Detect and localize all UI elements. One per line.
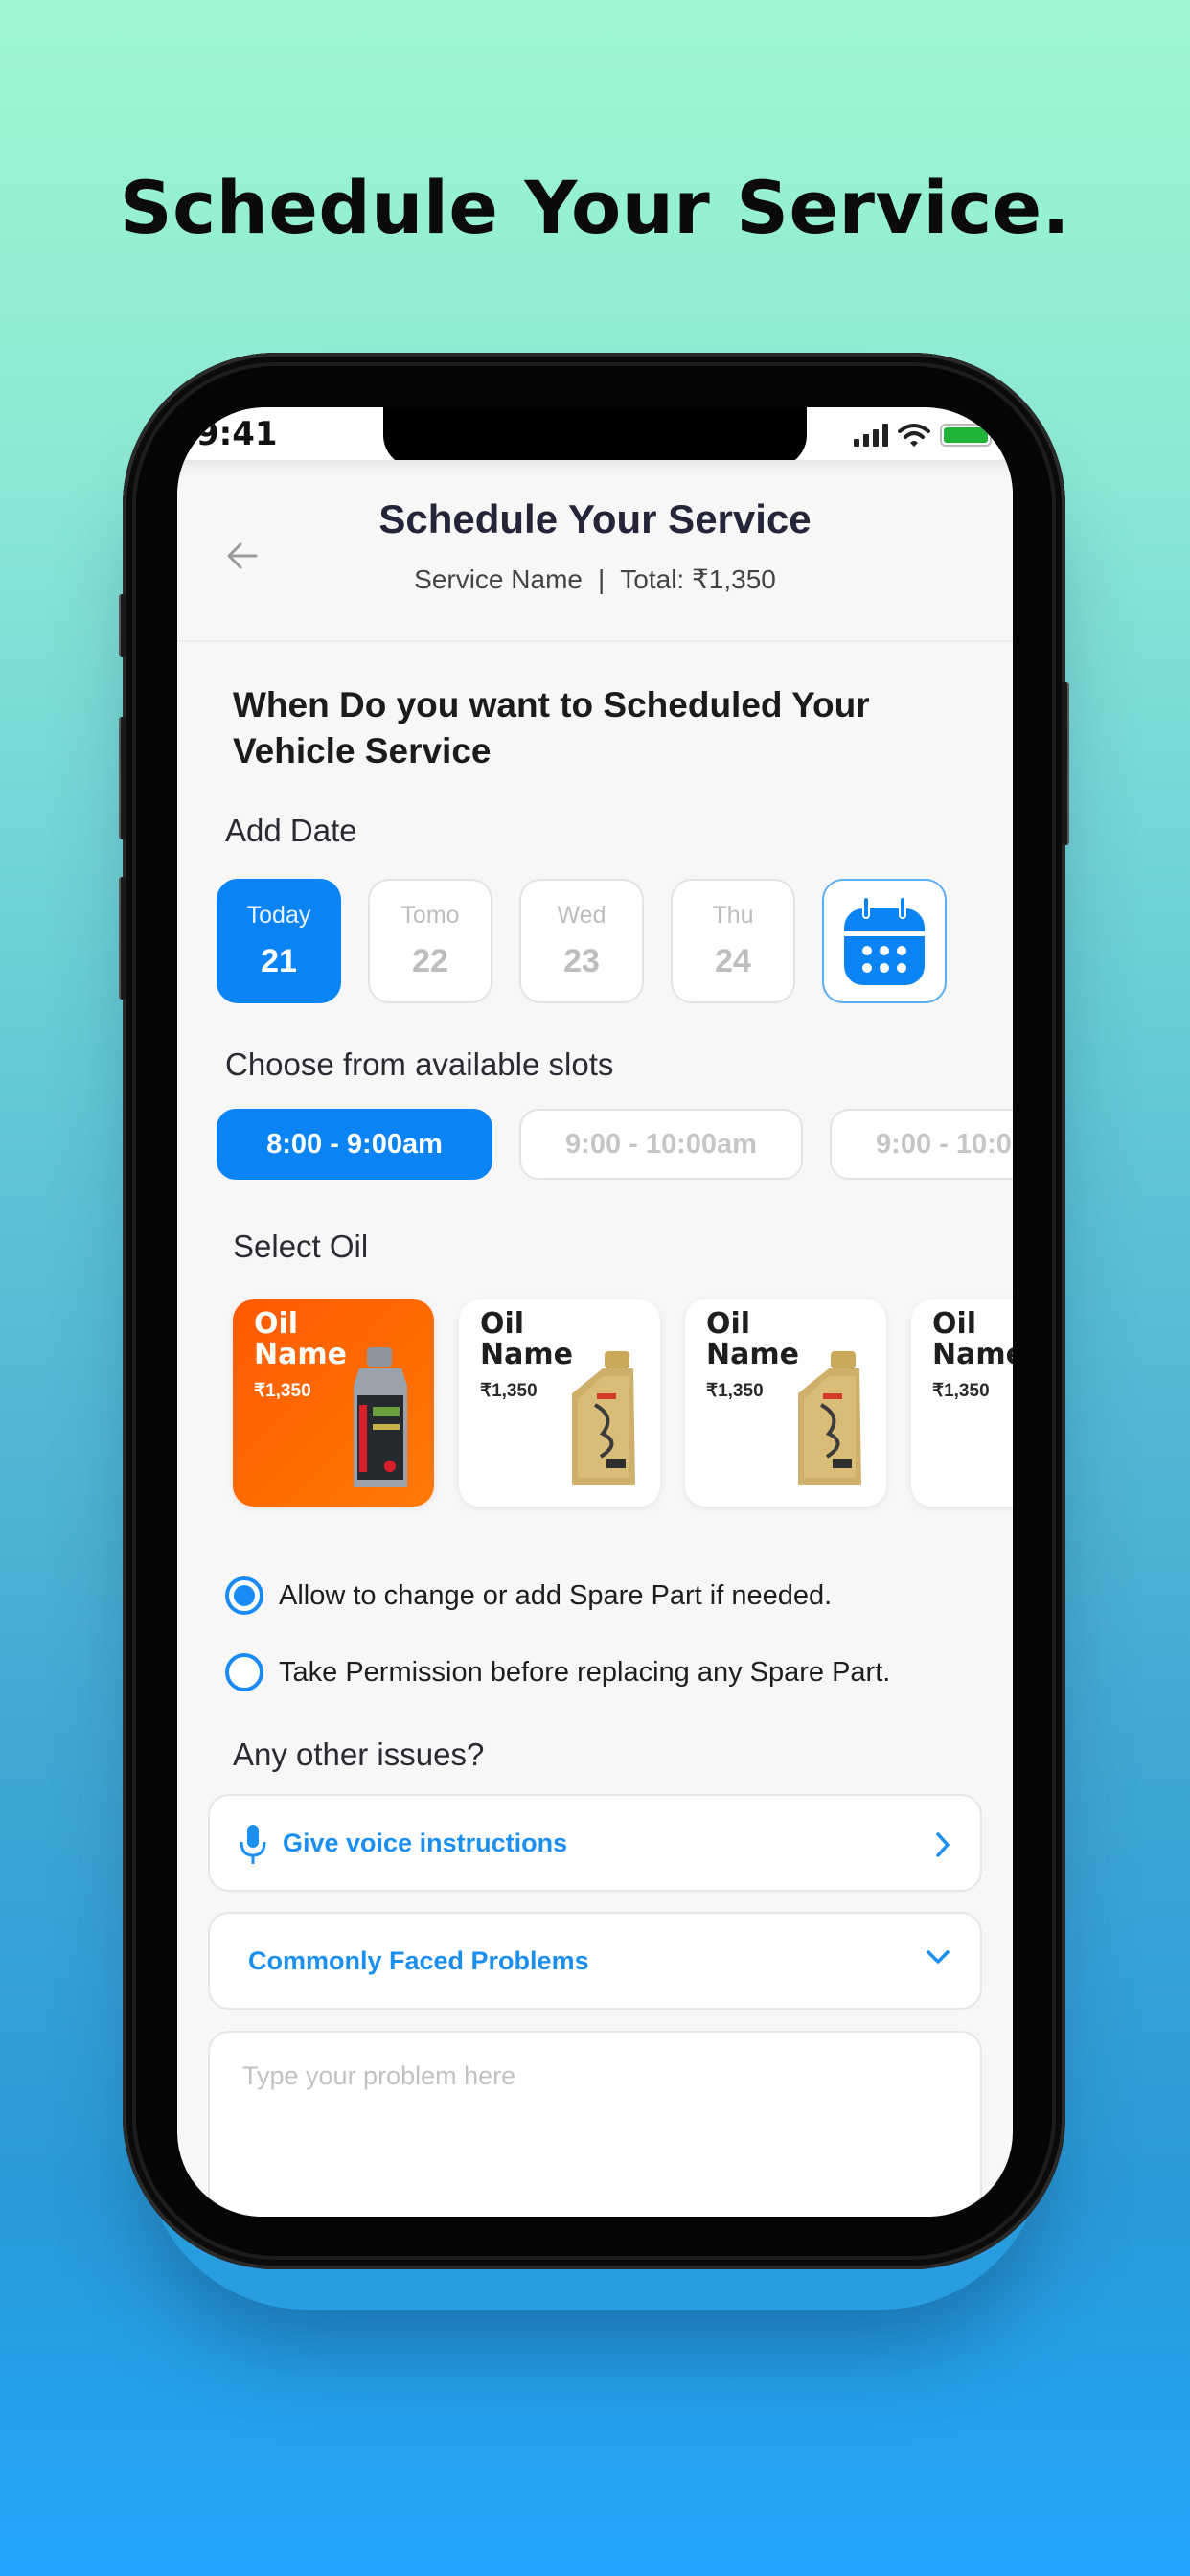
date-number: 22 bbox=[412, 943, 448, 979]
voice-instructions-label: Give voice instructions bbox=[283, 1828, 568, 1857]
oil-bottle-image bbox=[572, 1351, 635, 1485]
time-slot[interactable]: 9:00 - 10:00am bbox=[519, 1109, 803, 1180]
common-problems-label: Commonly Faced Problems bbox=[248, 1946, 589, 1975]
time-slot[interactable]: 9:00 - 10:00am bbox=[830, 1109, 1013, 1180]
oil-option[interactable]: Oil Name ₹1,350 bbox=[685, 1300, 886, 1506]
radio-button[interactable] bbox=[225, 1576, 263, 1615]
problem-input[interactable] bbox=[210, 2033, 980, 2217]
oil-name: Oil Name bbox=[932, 1307, 1013, 1371]
date-number: 24 bbox=[715, 943, 751, 979]
mute-switch bbox=[119, 594, 126, 657]
problem-textarea-container bbox=[208, 2031, 982, 2217]
status-icons bbox=[854, 423, 995, 448]
common-problems-dropdown[interactable]: Commonly Faced Problems bbox=[208, 1912, 982, 2010]
select-oil-label: Select Oil bbox=[233, 1229, 369, 1264]
oil-list: Oil Name ₹1,350 Oil Name ₹1,350 Oil Name… bbox=[233, 1300, 1013, 1506]
page-title: Schedule Your Service bbox=[378, 496, 812, 541]
voice-instructions-button[interactable]: Give voice instructions bbox=[208, 1794, 982, 1892]
spare-part-option-permission[interactable]: Take Permission before replacing any Spa… bbox=[225, 1653, 890, 1691]
oil-bottle-image bbox=[798, 1351, 861, 1485]
date-picker: Today 21 Tomo 22 Wed 23 Thu 24 bbox=[217, 879, 947, 1003]
oil-bottle-image bbox=[354, 1347, 407, 1487]
status-time: 9:41 bbox=[196, 415, 278, 453]
time-slot[interactable]: 8:00 - 9:00am bbox=[217, 1109, 492, 1180]
microphone-icon bbox=[240, 1825, 266, 1864]
service-name: Service Name bbox=[414, 564, 583, 594]
radio-selected-dot bbox=[234, 1585, 255, 1606]
chevron-down-icon bbox=[927, 1950, 950, 1964]
oil-price: ₹1,350 bbox=[480, 1381, 538, 1401]
spare-part-option-allow[interactable]: Allow to change or add Spare Part if nee… bbox=[225, 1576, 832, 1615]
calendar-icon bbox=[844, 896, 925, 985]
other-issues-label: Any other issues? bbox=[233, 1736, 485, 1772]
date-number: 23 bbox=[563, 943, 600, 979]
screen-header: Schedule Your Service Service Name | Total… bbox=[177, 460, 1013, 642]
phone-screen: 9:41 Schedule Your Service Service Name |… bbox=[177, 407, 1013, 2217]
date-option[interactable]: Tomo 22 bbox=[368, 879, 492, 1003]
oil-option[interactable]: Oil Name ₹1,350 bbox=[233, 1300, 434, 1506]
slots-label: Choose from available slots bbox=[225, 1046, 614, 1082]
volume-up-button bbox=[119, 717, 126, 840]
battery-level bbox=[944, 427, 988, 443]
oil-option[interactable]: Oil Name ₹1,350 bbox=[459, 1300, 660, 1506]
oil-price: ₹1,350 bbox=[706, 1381, 764, 1401]
oil-name: Oil Name bbox=[254, 1307, 347, 1371]
date-option[interactable]: Wed 23 bbox=[519, 879, 644, 1003]
date-number: 21 bbox=[261, 943, 297, 979]
chevron-right-icon bbox=[936, 1832, 950, 1857]
notch bbox=[383, 407, 807, 468]
battery-icon bbox=[940, 424, 995, 447]
date-day: Today bbox=[246, 902, 311, 929]
oil-price: ₹1,350 bbox=[254, 1381, 311, 1401]
radio-label: Allow to change or add Spare Part if nee… bbox=[279, 1579, 833, 1611]
oil-price: ₹1,350 bbox=[932, 1381, 990, 1401]
date-day: Thu bbox=[712, 902, 754, 929]
radio-button[interactable] bbox=[225, 1653, 263, 1691]
cellular-signal-icon bbox=[854, 424, 888, 447]
date-option[interactable]: Today 21 bbox=[217, 879, 341, 1003]
power-button bbox=[1062, 682, 1069, 845]
oil-option[interactable]: Oil Name ₹1,350 bbox=[911, 1300, 1013, 1506]
wifi-icon bbox=[898, 424, 930, 447]
add-date-label: Add Date bbox=[225, 813, 357, 848]
date-day: Tomo bbox=[400, 902, 460, 929]
radio-label: Take Permission before replacing any Spa… bbox=[279, 1656, 891, 1688]
date-day: Wed bbox=[557, 902, 606, 929]
service-total: Total: ₹1,350 bbox=[620, 564, 776, 594]
schedule-question: When Do you want to Scheduled Your Vehic… bbox=[233, 685, 870, 770]
summary-separator: | bbox=[597, 564, 606, 594]
service-summary: Service Name | Total: ₹1,350 bbox=[177, 564, 1013, 595]
time-slot-list: 8:00 - 9:00am 9:00 - 10:00am 9:00 - 10:0… bbox=[217, 1109, 1013, 1180]
volume-down-button bbox=[119, 877, 126, 1000]
date-option[interactable]: Thu 24 bbox=[671, 879, 795, 1003]
promo-headline: Schedule Your Service. bbox=[119, 165, 1071, 250]
open-calendar-button[interactable] bbox=[822, 879, 947, 1003]
